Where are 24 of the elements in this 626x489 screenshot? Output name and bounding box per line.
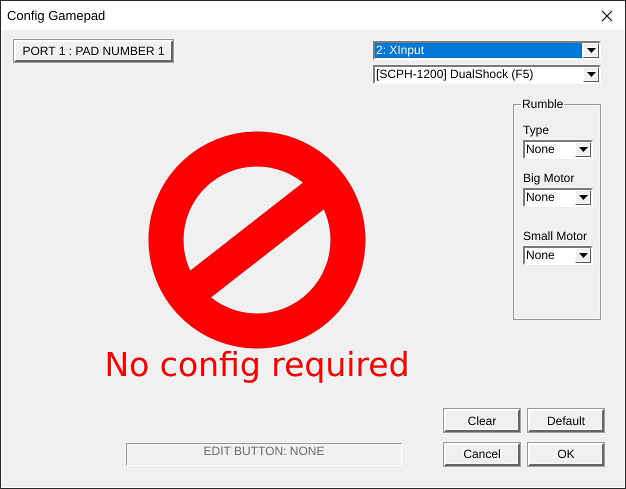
dialog-button[interactable]: Cancel [444,442,520,466]
dialog-button[interactable]: Clear [444,409,520,432]
dropdown-arrow-icon [578,195,588,200]
dropdown[interactable]: 2: XInput [373,41,601,60]
dropdown-arrow-icon [578,253,588,258]
close-icon [601,10,613,22]
dropdown-arrow-icon [578,147,588,152]
field-label: Small Motor [523,229,588,243]
dropdown[interactable]: None [523,246,593,265]
no-config-message: No config required [104,345,410,385]
dropdown[interactable]: None [523,140,593,159]
port-button[interactable]: PORT 1 : PAD NUMBER 1 [14,40,173,62]
dialog-button[interactable]: Default [528,409,604,432]
dialog-button[interactable]: OK [528,442,604,466]
prohibition-sign-icon [148,131,366,349]
dropdown[interactable]: [SCPH-1200] DualShock (F5) [373,65,601,84]
window-title: Config Gamepad [7,6,106,25]
field-label: Big Motor [523,171,576,185]
dropdown-arrow-icon [586,48,596,53]
dropdown-arrow-icon [586,72,596,77]
status-display: EDIT BUTTON: NONE [126,443,402,466]
dropdown[interactable]: None [523,188,593,207]
close-button[interactable] [599,8,615,24]
field-label: Type [523,123,550,137]
